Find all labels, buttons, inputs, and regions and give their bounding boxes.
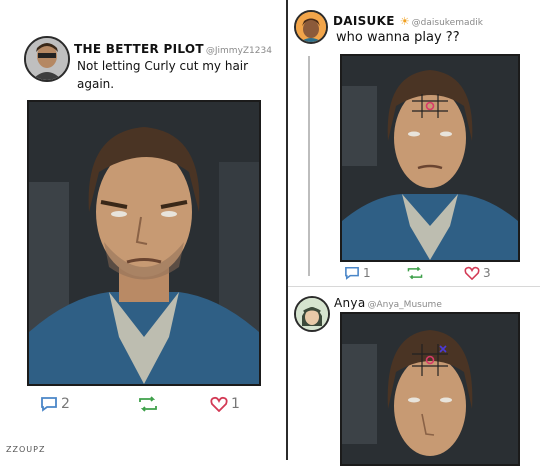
left-post-panel: THE BETTER PILOT @JimmyZ1234 Not letting … [0,0,288,460]
sun-emoji-icon: ☀ [399,15,410,28]
retweet-icon [407,266,423,280]
left-author-name[interactable]: THE BETTER PILOT [74,42,204,56]
reply-icon [345,266,359,280]
right-post-panel: DAISUKE ☀ @daisukemadik who wanna play ??… [288,0,540,466]
left-like-button[interactable]: 1 [210,396,240,412]
right-like-count: 3 [483,266,491,280]
pilot-avatar-image [26,38,68,80]
daisuke-avatar-image [296,12,326,42]
heart-icon [464,266,480,280]
right-post-image[interactable] [340,54,520,262]
retweet-icon [139,396,157,412]
anya-author-handle[interactable]: @Anya_Musume [367,300,441,310]
left-post-header: THE BETTER PILOT @JimmyZ1234 [74,38,286,57]
right-reply-count: 1 [363,266,371,280]
left-post-actions: 2 1 [40,392,270,416]
left-reply-button[interactable]: 2 [40,396,70,412]
reply-separator [288,286,540,287]
right-post-text: who wanna play ?? [336,30,460,45]
left-post-text: Not letting Curly cut my hair again. [77,57,282,93]
reply-portrait-illustration [342,314,518,464]
heart-icon [210,396,228,412]
daisuke-author-name[interactable]: DAISUKE [333,14,395,28]
left-post-image[interactable] [27,100,261,386]
right-post-actions: 1 3 [344,264,524,282]
anya-author-name[interactable]: Anya [334,296,365,310]
right-reply-button[interactable]: 1 [344,266,371,280]
left-retweet-button[interactable] [137,396,159,412]
pilot-avatar[interactable] [24,36,70,82]
right-portrait-illustration [342,56,518,260]
anya-avatar-image [296,298,328,330]
thread-connector [308,56,310,276]
right-post-header: DAISUKE ☀ @daisukemadik [333,10,533,29]
left-post-text-line2: again. [77,77,115,91]
left-author-handle[interactable]: @JimmyZ1234 [206,46,272,56]
left-portrait-illustration [29,102,259,384]
left-post-text-line1: Not letting Curly cut my hair [77,59,249,73]
reply-icon [41,397,57,412]
right-retweet-button[interactable] [406,266,424,280]
reply-post-image[interactable] [340,312,520,466]
left-reply-count: 2 [61,396,70,412]
artist-credit: ZZOUPZ [6,445,46,454]
daisuke-author-handle[interactable]: @daisukemadik [412,18,483,28]
right-like-button[interactable]: 3 [464,266,491,280]
anya-post-header: Anya @Anya_Musume [334,292,534,311]
left-like-count: 1 [231,396,240,412]
daisuke-avatar[interactable] [294,10,328,44]
anya-avatar[interactable] [294,296,330,332]
